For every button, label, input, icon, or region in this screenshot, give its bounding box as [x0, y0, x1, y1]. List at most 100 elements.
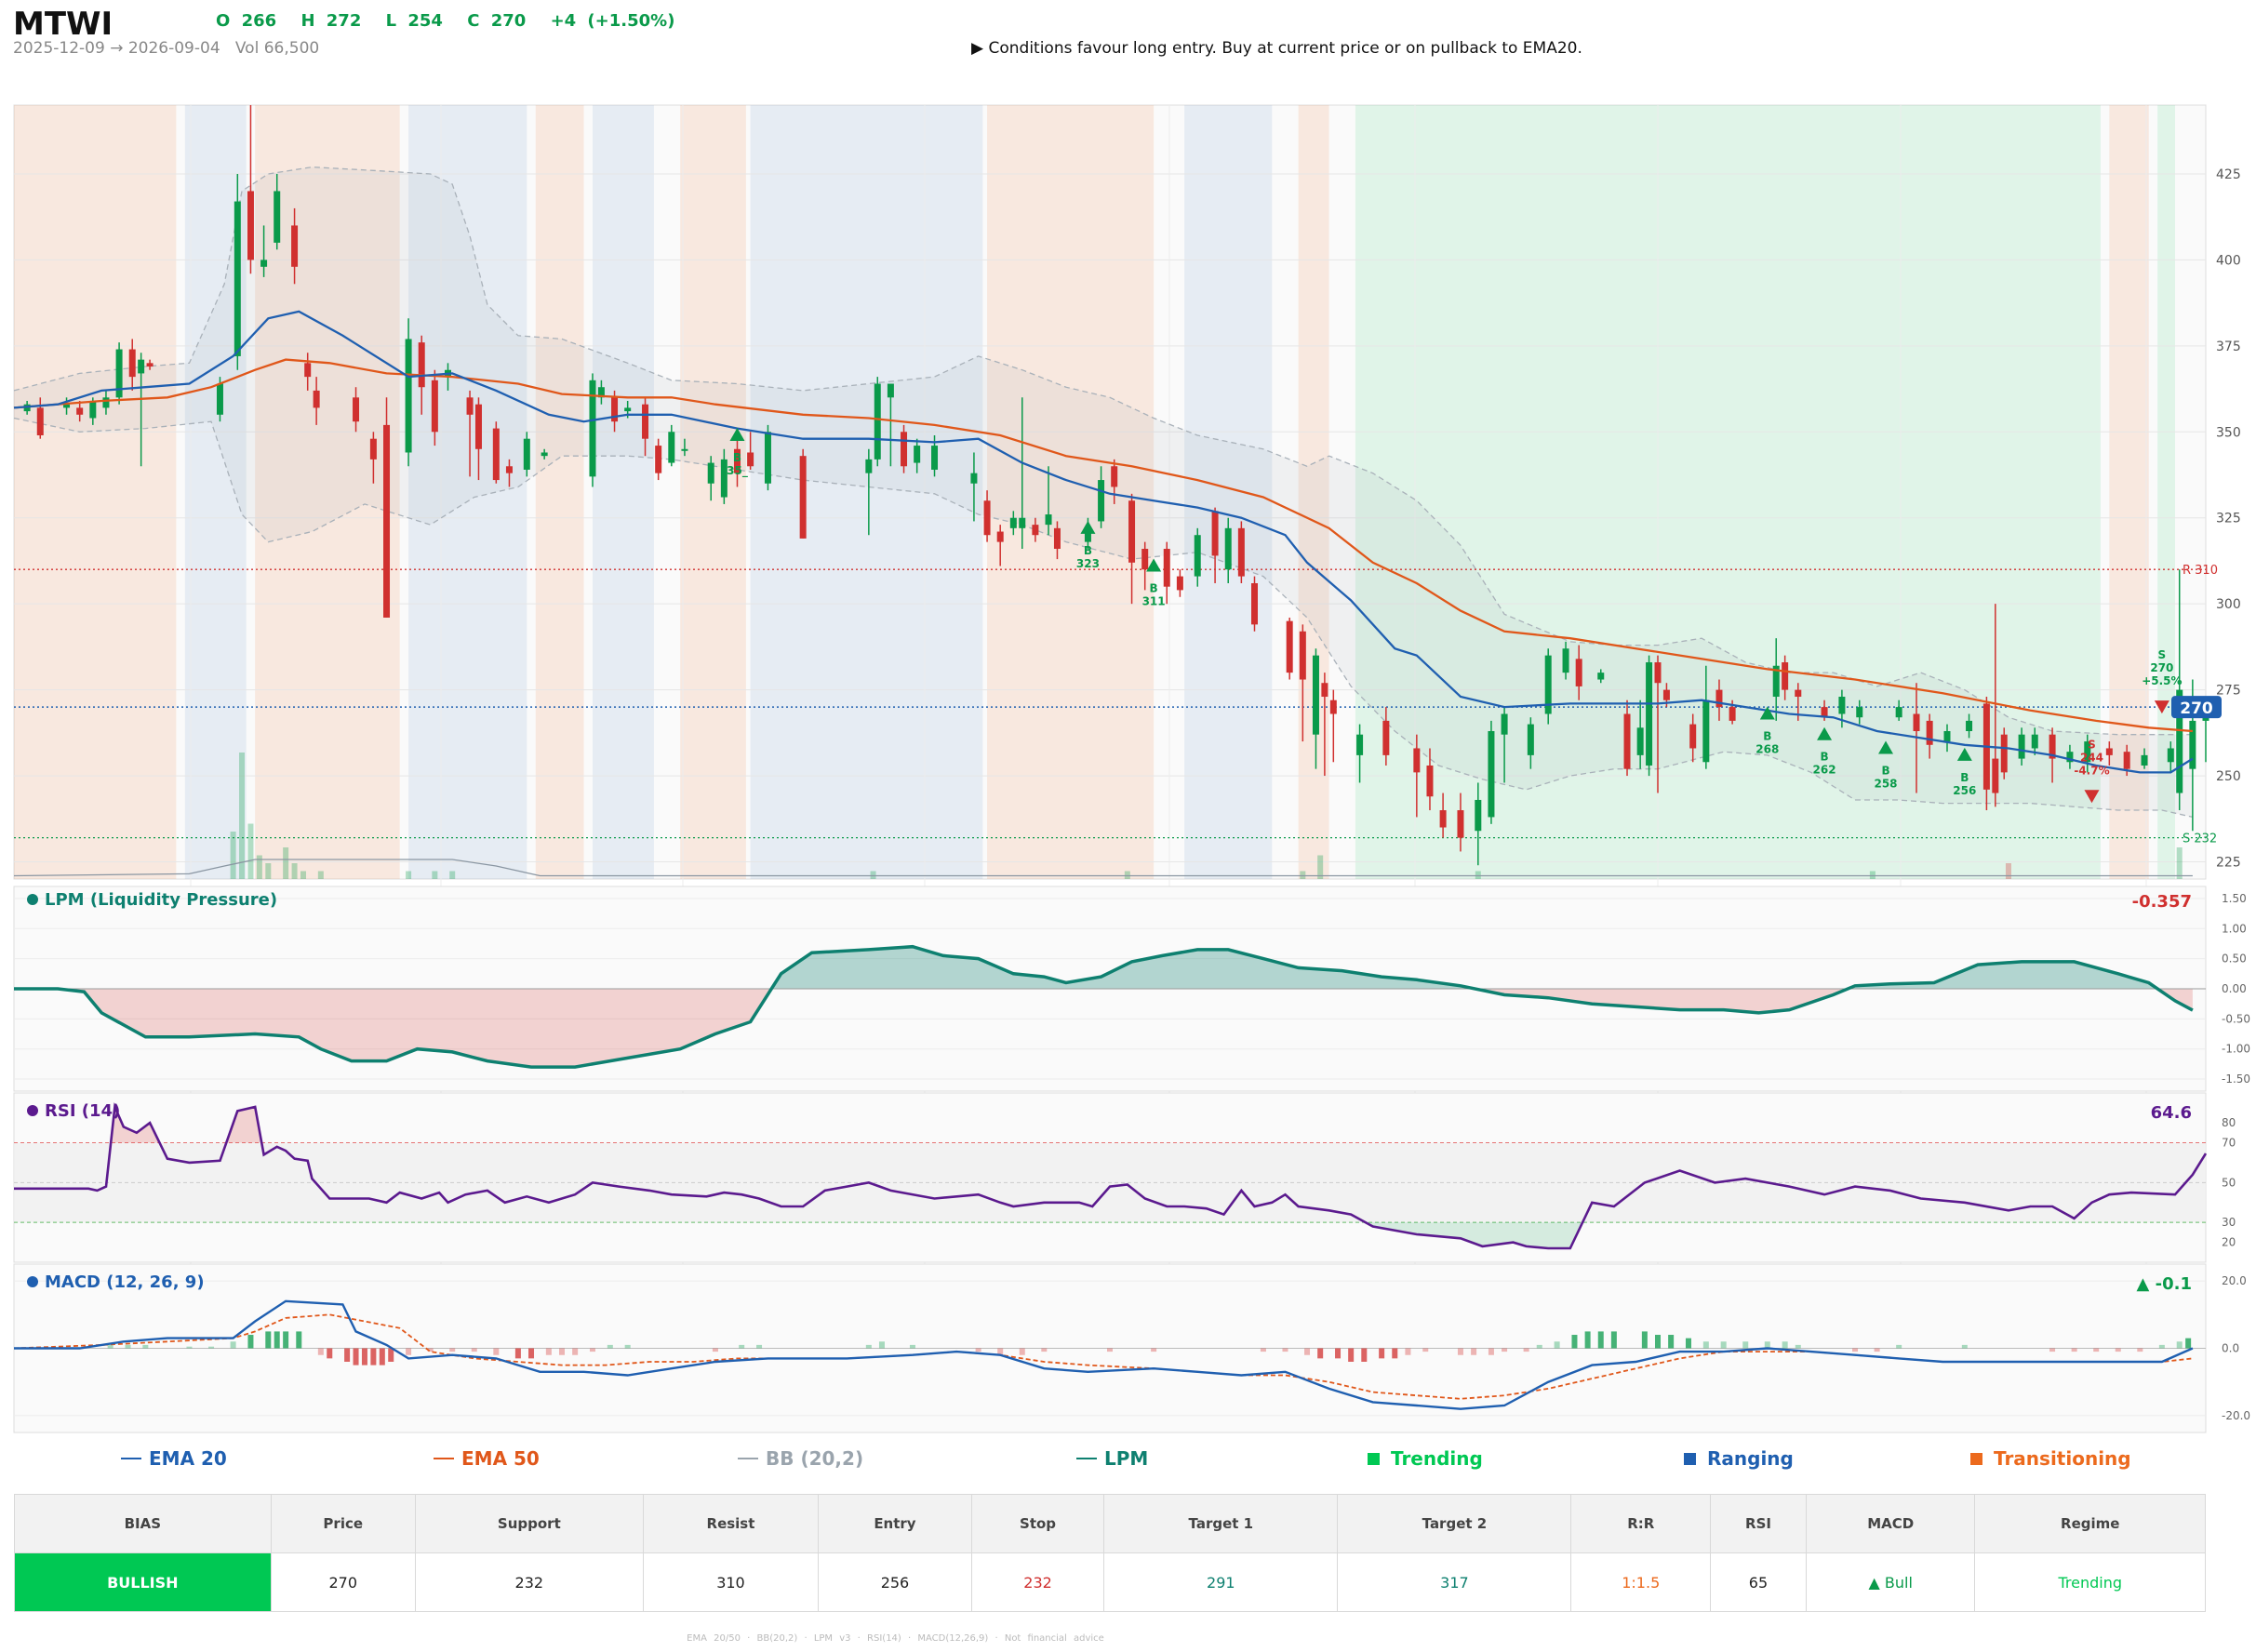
candle-body: [1286, 620, 1293, 673]
candle-body: [1597, 673, 1605, 680]
buy-signal-value: 323: [1076, 557, 1100, 570]
lpm-tick-label: -1.00: [2222, 1043, 2250, 1056]
macd-histogram-bar: [607, 1344, 613, 1349]
macd-histogram-bar: [2115, 1348, 2121, 1352]
macd-histogram-bar: [2093, 1348, 2100, 1352]
candle-body: [799, 456, 807, 539]
candle-body: [405, 339, 412, 453]
sell-signal-pct: +5.5%: [2142, 674, 2182, 687]
candle-body: [2123, 752, 2130, 769]
candle-body: [1729, 707, 1736, 721]
candle-body: [2167, 748, 2174, 763]
macd-histogram-bar: [1392, 1348, 1398, 1359]
candle-body: [353, 397, 360, 422]
macd-histogram-bar: [1041, 1348, 1048, 1352]
candle-body: [2031, 734, 2038, 749]
macd-histogram-bar: [1795, 1344, 1801, 1349]
lpm-tick-label: 0.50: [2222, 953, 2247, 966]
volume-bar: [230, 832, 236, 879]
candle-body: [747, 452, 754, 467]
header-target2: Target 2: [1337, 1494, 1572, 1553]
header-rsi: RSI: [1710, 1494, 1807, 1553]
macd-histogram-bar: [1874, 1348, 1880, 1352]
macd-histogram-bar: [296, 1331, 302, 1349]
sell-signal-pct: -4.7%: [2074, 764, 2109, 777]
macd-histogram-bar: [2158, 1344, 2165, 1349]
buy-signal-label: B: [1820, 751, 1828, 764]
legend-lpm-label: LPM: [1104, 1447, 1149, 1470]
regime-band: [14, 105, 177, 879]
macd-histogram-bar: [1304, 1348, 1311, 1355]
candle-body: [1439, 810, 1447, 828]
regime-band: [535, 105, 584, 879]
candle-body: [523, 438, 530, 470]
candle-body: [1895, 707, 1902, 718]
candle-body: [1032, 525, 1039, 536]
volume-bar: [1475, 871, 1481, 879]
volume-bar: [1124, 871, 1130, 879]
macd-histogram-bar: [712, 1348, 718, 1352]
macd-histogram-bar: [370, 1348, 377, 1366]
candle-body: [681, 448, 688, 451]
macd-histogram-bar: [1571, 1335, 1578, 1349]
macd-value: ▲ Bull: [1805, 1552, 1976, 1612]
buy-signal-value: 35_: [727, 464, 748, 478]
candle-body: [1715, 689, 1723, 708]
volume-bar: [2176, 847, 2183, 879]
macd-histogram-bar: [514, 1348, 521, 1359]
candle-body: [1053, 527, 1061, 550]
macd-histogram-bar: [230, 1341, 236, 1349]
macd-histogram-bar: [186, 1346, 193, 1349]
candle-body: [1913, 713, 1920, 731]
current-price-tag-label: 270: [2180, 699, 2213, 718]
bias-badge: BULLISH: [14, 1552, 272, 1612]
candle-body: [642, 404, 649, 439]
header-target1: Target 1: [1103, 1494, 1339, 1553]
rsi-tick-label: 20: [2222, 1236, 2236, 1249]
macd-histogram-bar: [1523, 1348, 1529, 1352]
candle-body: [102, 397, 110, 408]
resist-value: 310: [642, 1552, 820, 1612]
buy-signal-label: B: [1881, 764, 1889, 777]
macd-histogram-bar: [208, 1346, 215, 1349]
macd-histogram-bar: [247, 1335, 254, 1349]
candle-body: [369, 438, 377, 460]
rsi-tick-label: 70: [2222, 1137, 2236, 1150]
candle-body: [1562, 648, 1569, 673]
rr-value: 1:1.5: [1570, 1552, 1711, 1612]
regime-band: [592, 105, 654, 879]
header-support: Support: [414, 1494, 644, 1553]
lpm-value: -0.357: [2132, 892, 2192, 912]
legend-ema50: EMA 50: [434, 1447, 540, 1470]
legend-ranging-label: Ranging: [1707, 1447, 1794, 1470]
regime-value: Trending: [1974, 1552, 2206, 1612]
candle-body: [474, 404, 482, 449]
macd-histogram-bar: [528, 1348, 535, 1359]
candle-body: [291, 225, 299, 267]
candle-body: [216, 383, 223, 415]
candle-body: [274, 191, 281, 243]
resistance-label: R 310: [2183, 564, 2218, 578]
sell-signal-value: 244: [2080, 751, 2103, 764]
macd-histogram-bar: [361, 1348, 367, 1366]
macd-histogram-bar: [2137, 1348, 2143, 1352]
candle-body: [36, 407, 44, 435]
candle-body: [2189, 720, 2196, 769]
stop-value: 232: [970, 1552, 1105, 1612]
candle-body: [466, 397, 474, 415]
candle-body: [431, 380, 438, 433]
candle-body: [1128, 500, 1136, 563]
candle-body: [1527, 724, 1534, 755]
macd-histogram-bar: [1584, 1331, 1591, 1349]
macd-histogram-bar: [909, 1344, 915, 1349]
legend-ema20-label: EMA 20: [149, 1447, 227, 1470]
volume-bar: [239, 753, 246, 879]
candle-body: [1382, 720, 1390, 755]
macd-histogram-bar: [756, 1344, 763, 1349]
rsi-dot-icon: [27, 1105, 38, 1116]
candle-body: [1943, 730, 1951, 742]
macd-histogram-bar: [317, 1348, 324, 1355]
header-macd: MACD: [1805, 1494, 1976, 1553]
candle-body: [2000, 734, 2008, 773]
macd-histogram-bar: [449, 1348, 456, 1352]
